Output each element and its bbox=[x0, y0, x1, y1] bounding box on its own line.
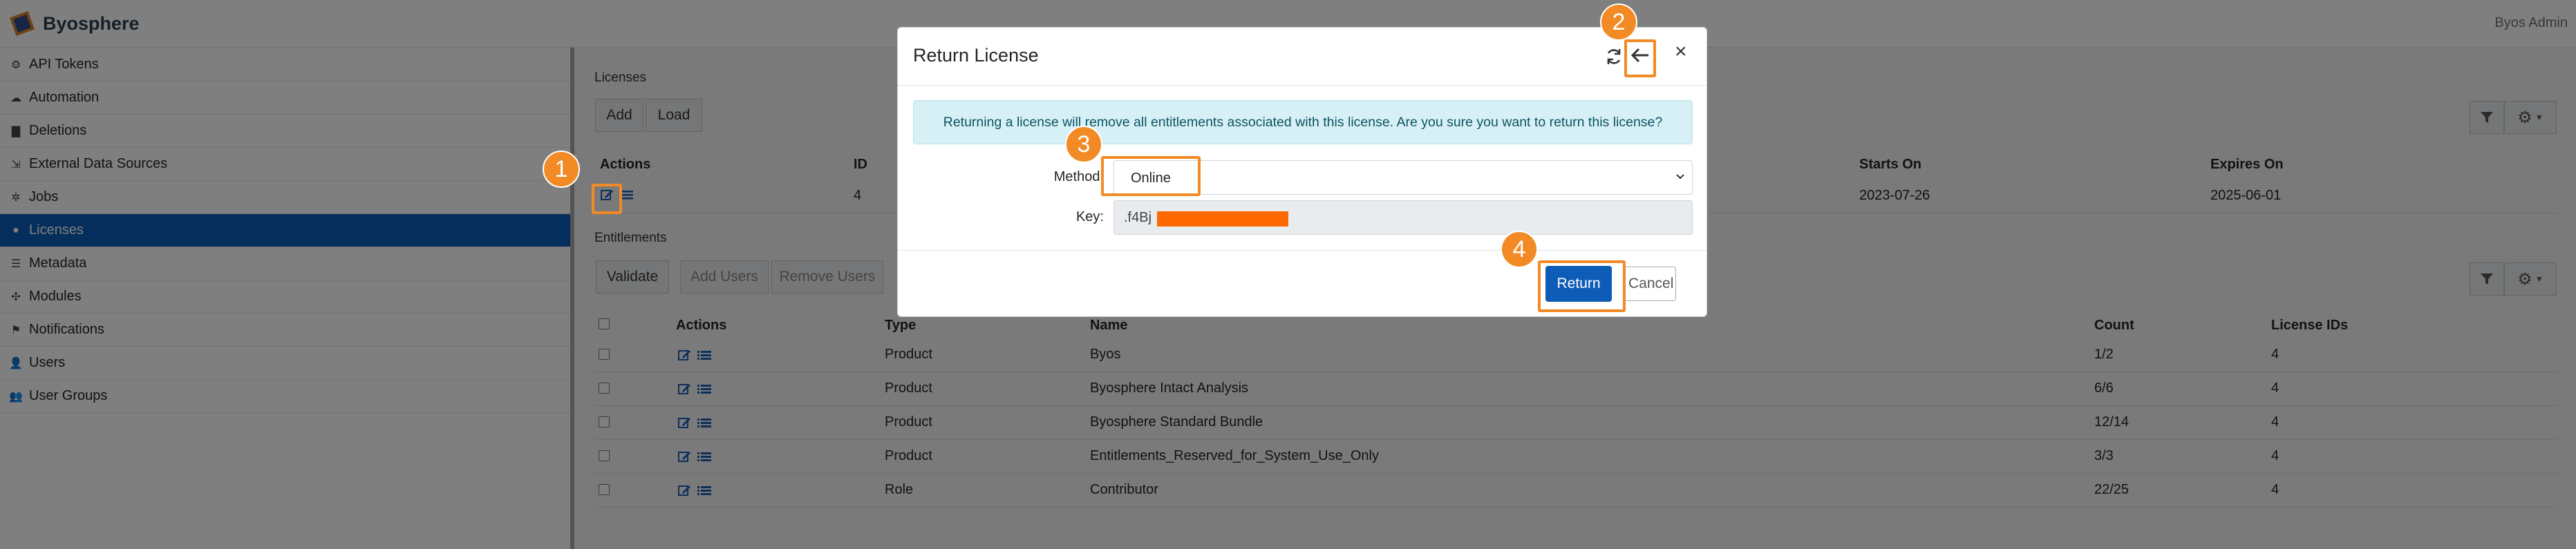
method-label: Method: bbox=[1053, 169, 1104, 184]
close-icon[interactable]: × bbox=[1675, 41, 1687, 62]
callout-badge-2: 2 bbox=[1600, 3, 1637, 41]
dialog-footer-divider bbox=[898, 250, 1707, 251]
callout-badge-3: 3 bbox=[1065, 126, 1102, 163]
callout-highlight-1 bbox=[592, 184, 622, 214]
chevron-down-icon bbox=[1676, 174, 1684, 180]
dialog-title: Return License bbox=[913, 45, 1039, 66]
refresh-icon[interactable] bbox=[1604, 47, 1624, 66]
cancel-button[interactable]: Cancel bbox=[1624, 267, 1676, 301]
key-label: Key: bbox=[1075, 209, 1104, 224]
redaction-bar bbox=[1157, 211, 1288, 227]
callout-badge-4: 4 bbox=[1501, 231, 1538, 268]
key-field[interactable]: .f4Bj bbox=[1113, 200, 1693, 235]
warning-alert: Returning a license will remove all enti… bbox=[913, 100, 1693, 144]
dialog-header: Return License × bbox=[898, 28, 1707, 86]
callout-highlight-3 bbox=[1101, 156, 1201, 196]
callout-badge-1: 1 bbox=[543, 151, 580, 188]
callout-highlight-2 bbox=[1624, 39, 1656, 77]
callout-highlight-4 bbox=[1538, 260, 1626, 312]
key-value: .f4Bj bbox=[1124, 210, 1152, 225]
